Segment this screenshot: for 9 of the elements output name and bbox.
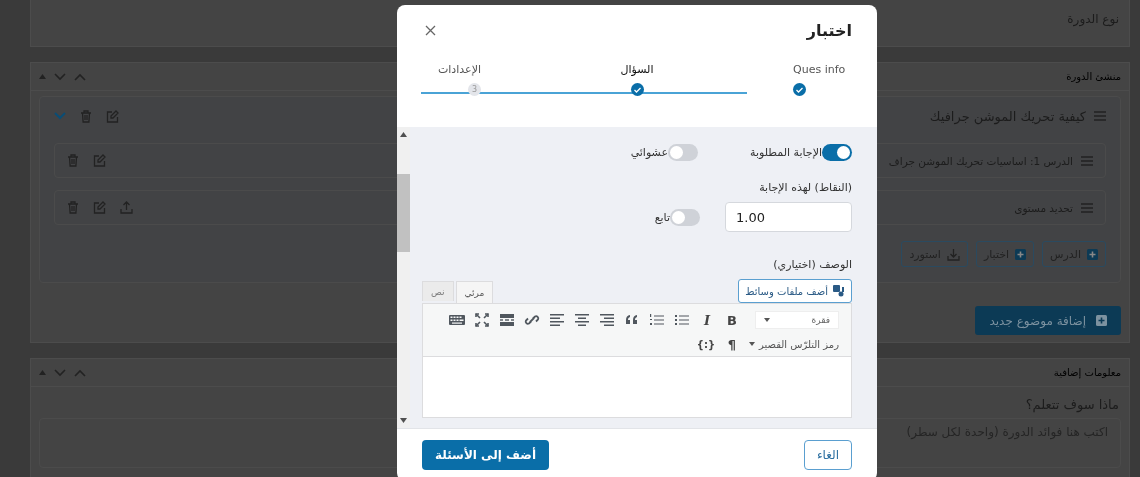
field-label: الوصف (اختياري)	[772, 258, 852, 271]
step-number: 3	[468, 83, 481, 96]
toggle-label: الإجابة المطلوبة	[750, 145, 822, 159]
field-label: (النقاط) لهذه الإجابة	[758, 181, 852, 194]
toggle-label: عشوائي	[630, 145, 668, 159]
panel-title: منشئ الدورة	[1066, 71, 1121, 82]
toggle-label: تابع	[654, 210, 670, 224]
panel-title: معلومات إضافية	[1053, 367, 1121, 378]
modal-title: اختبار	[806, 20, 852, 40]
